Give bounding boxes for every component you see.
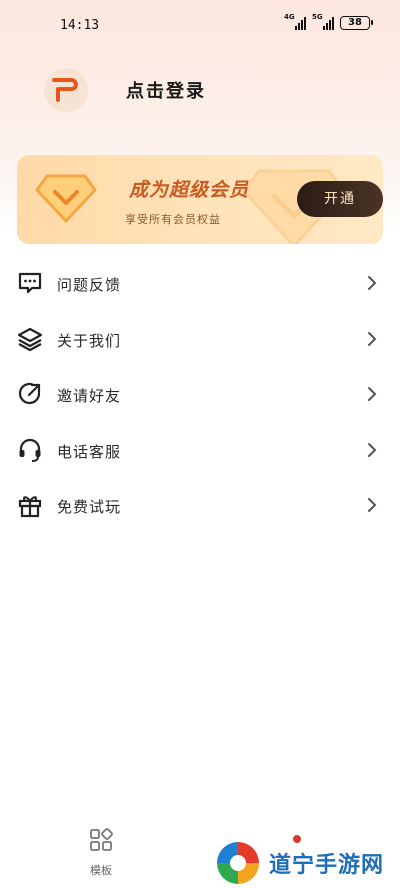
menu-item-feedback[interactable]: 问题反馈: [0, 256, 400, 312]
status-icons: 4G 5G 38: [284, 13, 373, 30]
chat-bubble-icon: [18, 272, 42, 294]
gift-icon: [18, 496, 42, 518]
menu-item-phone-support[interactable]: 电话客服: [0, 423, 400, 479]
grid-icon: [90, 828, 113, 851]
chevron-right-icon: [368, 442, 377, 457]
menu-item-invite[interactable]: 邀请好友: [0, 367, 400, 423]
vip-title: 成为超级会员: [129, 179, 250, 201]
vip-banner[interactable]: 成为超级会员 享受所有会员权益 开通: [17, 155, 383, 244]
settings-menu: 问题反馈 关于我们 邀请好友 电话客服 免费试玩: [0, 256, 400, 534]
tab-templates-label: 模板: [90, 864, 112, 877]
status-time: 14:13: [60, 18, 100, 33]
menu-item-label: 关于我们: [57, 331, 122, 350]
login-row[interactable]: 点击登录: [44, 68, 206, 112]
activate-vip-button[interactable]: 开通: [297, 181, 383, 217]
network-type-1: 4G: [284, 13, 295, 21]
signal-5g-icon: 5G: [312, 13, 334, 30]
status-bar: 14:13 4G 5G 38: [0, 0, 400, 52]
chevron-right-icon: [368, 387, 377, 401]
share-arrow-icon: [18, 382, 41, 405]
chevron-right-icon: [368, 498, 377, 512]
layers-icon: [17, 327, 43, 351]
login-link[interactable]: 点击登录: [126, 77, 206, 103]
menu-item-label: 邀请好友: [57, 387, 122, 405]
vip-diamond-icon: [35, 174, 97, 223]
menu-item-label: 问题反馈: [57, 276, 122, 294]
chevron-right-icon: [368, 331, 377, 346]
chevron-right-icon: [368, 276, 377, 290]
headset-icon: [19, 438, 41, 462]
logo-icon: [52, 78, 78, 102]
menu-item-label: 电话客服: [57, 442, 122, 461]
app-logo-avatar[interactable]: [44, 68, 88, 112]
network-type-2: 5G: [312, 13, 323, 21]
menu-item-label: 免费试玩: [57, 498, 122, 516]
vip-subtitle: 享受所有会员权益: [125, 213, 221, 226]
menu-item-about[interactable]: 关于我们: [0, 312, 400, 368]
signal-4g-icon: 4G: [284, 13, 306, 30]
watermark-logo-icon: [215, 840, 261, 886]
tab-templates[interactable]: 模板: [84, 828, 118, 878]
watermark-text: 道宁手游网: [269, 853, 385, 878]
site-watermark: 道宁手游网: [213, 838, 384, 888]
battery-icon: 38: [340, 16, 373, 30]
menu-item-free-trial[interactable]: 免费试玩: [0, 478, 400, 534]
